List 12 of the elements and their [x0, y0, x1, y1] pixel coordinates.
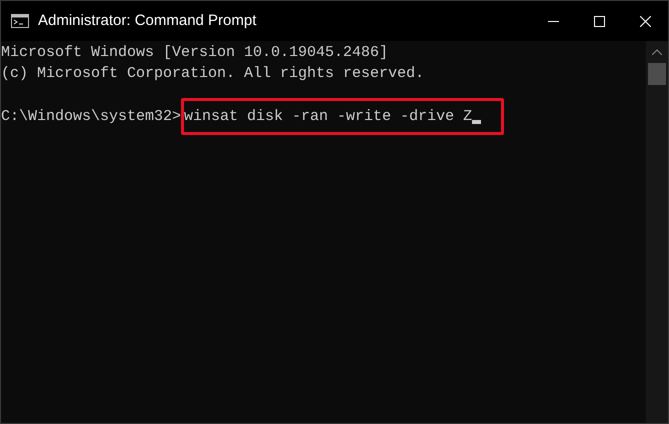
maximize-icon: [594, 16, 604, 26]
console-app-icon: [11, 14, 29, 28]
console-line: Microsoft Windows [Version 10.0.19045.2486]: [1, 43, 388, 63]
scrollbar-thumb[interactable]: [648, 63, 666, 85]
scrollbar[interactable]: [646, 41, 668, 423]
minimize-icon: [548, 20, 558, 22]
command-input[interactable]: winsat disk -ran -write -drive Z: [181, 98, 504, 135]
command-prompt-path: C:\Windows\system32>: [1, 107, 182, 127]
scroll-up-icon: [652, 49, 662, 55]
close-icon: [640, 16, 650, 26]
console-line: (c) Microsoft Corporation. All rights reserved.: [1, 64, 424, 84]
window-title: Administrator: Command Prompt: [38, 10, 256, 31]
